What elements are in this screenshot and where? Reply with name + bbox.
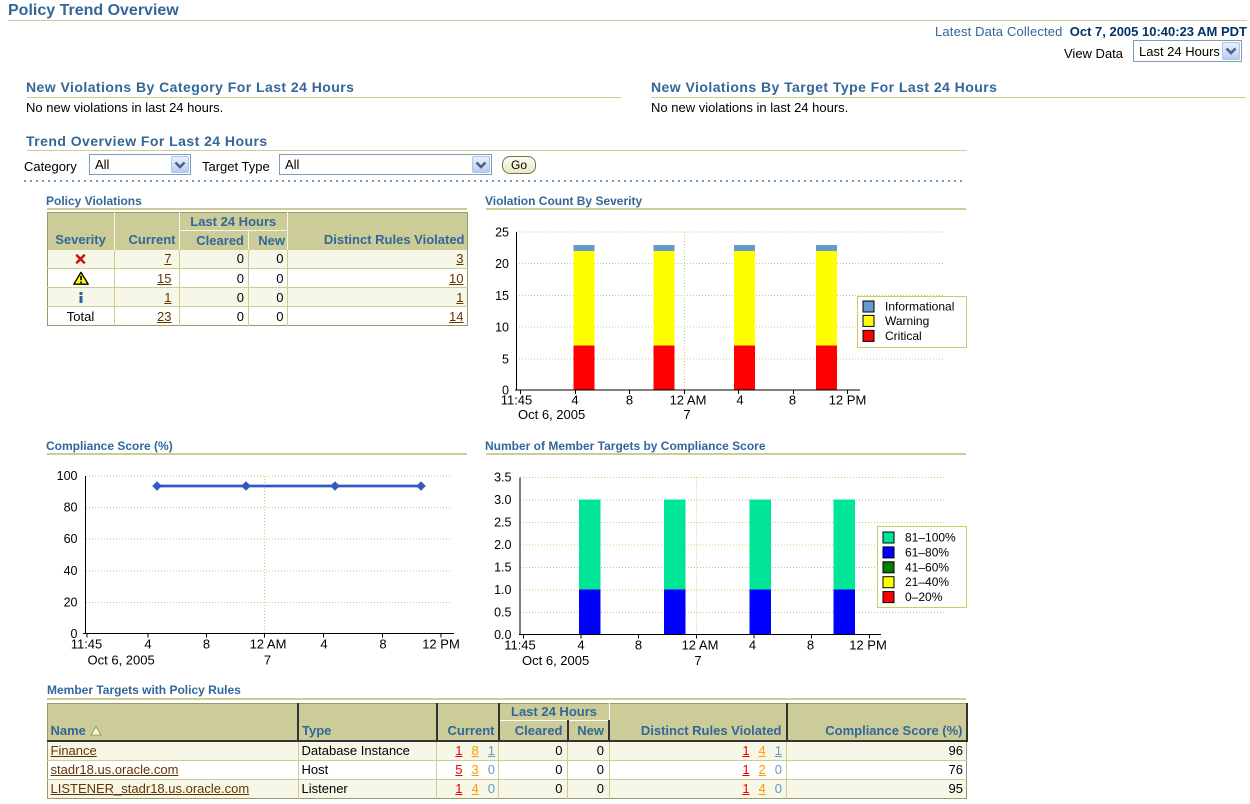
svg-text:61–80%: 61–80% [905,545,949,559]
svg-text:21–40%: 21–40% [905,575,949,589]
svg-text:15: 15 [495,289,509,303]
svg-text:4: 4 [736,393,743,408]
svg-text:100: 100 [57,469,78,483]
svg-text:3.5: 3.5 [494,471,511,485]
svg-text:41–60%: 41–60% [905,560,949,574]
svg-text:12 AM: 12 AM [682,638,719,653]
svg-text:11:45: 11:45 [504,638,536,653]
svg-text:0.5: 0.5 [494,606,511,620]
svg-text:80: 80 [64,501,78,515]
svg-text:4: 4 [571,393,578,408]
svg-text:11:45: 11:45 [501,393,533,408]
svg-text:4: 4 [320,637,327,652]
svg-text:Oct 6, 2005: Oct 6, 2005 [88,653,155,668]
svg-text:7: 7 [683,407,690,422]
svg-text:8: 8 [789,393,796,408]
svg-text:5: 5 [502,352,509,366]
svg-text:Critical: Critical [885,329,922,343]
svg-text:Oct 6, 2005: Oct 6, 2005 [518,407,585,422]
svg-text:4: 4 [144,637,151,652]
svg-text:8: 8 [626,393,633,408]
svg-text:12 PM: 12 PM [422,637,460,652]
svg-text:12 AM: 12 AM [670,393,707,408]
svg-text:25: 25 [495,226,509,240]
svg-text:Warning: Warning [885,314,929,328]
svg-text:4: 4 [577,638,584,653]
svg-text:20: 20 [495,257,509,271]
svg-text:8: 8 [807,638,814,653]
svg-text:2.0: 2.0 [494,538,511,552]
svg-text:8: 8 [379,637,386,652]
svg-text:40: 40 [64,564,78,578]
svg-text:12 PM: 12 PM [849,638,887,653]
svg-text:10: 10 [495,321,509,335]
svg-text:11:45: 11:45 [71,637,103,652]
svg-text:1.0: 1.0 [494,583,511,597]
svg-text:20: 20 [64,595,78,609]
svg-text:7: 7 [694,653,701,668]
svg-text:8: 8 [203,637,210,652]
svg-text:81–100%: 81–100% [905,531,956,545]
svg-text:8: 8 [635,638,642,653]
svg-text:12 AM: 12 AM [250,637,287,652]
svg-text:1.5: 1.5 [494,561,511,575]
svg-text:0–20%: 0–20% [905,590,943,604]
svg-text:2.5: 2.5 [494,516,511,530]
svg-text:3.0: 3.0 [494,493,511,507]
svg-text:Oct 6, 2005: Oct 6, 2005 [522,653,589,668]
svg-text:Informational: Informational [885,299,954,313]
svg-text:4: 4 [749,638,756,653]
svg-text:12 PM: 12 PM [829,393,867,408]
svg-text:7: 7 [264,653,271,668]
svg-text:60: 60 [64,532,78,546]
